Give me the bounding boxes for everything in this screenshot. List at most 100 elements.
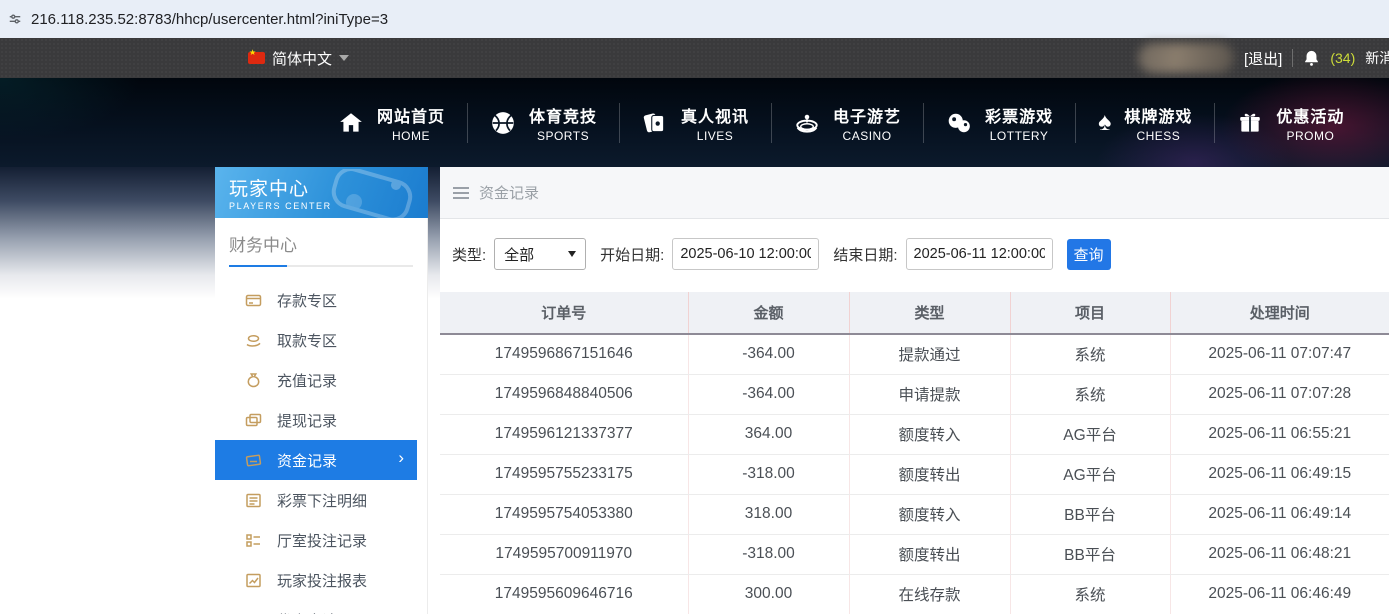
col-amount: 金额 <box>688 292 849 334</box>
table-row: 1749595700911970 -318.00 额度转出 BB平台 2025-… <box>440 534 1389 574</box>
start-date-input[interactable] <box>672 238 819 270</box>
nav-item-home[interactable]: 网站首页HOME <box>316 103 467 143</box>
lottery-balls-icon <box>946 110 972 136</box>
table-row: 1749595609646716 300.00 在线存款 系统 2025-06-… <box>440 574 1389 614</box>
sidebar: 财务中心 存款专区 取款专区 充值记录 提现记录 资金记录 <box>215 218 428 614</box>
browser-address-bar[interactable]: 216.118.235.52:8783/hhcp/usercenter.html… <box>0 0 1389 38</box>
cell-order-no: 1749595609646716 <box>440 574 688 614</box>
main-nav: 网站首页HOME 体育竞技SPORTS 真人视讯LIVES 电子游艺CASINO… <box>0 78 1389 167</box>
type-select[interactable]: 全部 <box>494 238 586 270</box>
sidebar-item-withdraw-zone[interactable]: 取款专区 <box>215 320 427 360</box>
basketball-icon <box>490 110 516 136</box>
col-order-no: 订单号 <box>440 292 688 334</box>
screen: 216.118.235.52:8783/hhcp/usercenter.html… <box>0 0 1389 614</box>
cell-order-no: 1749596867151646 <box>440 334 688 374</box>
cell-time: 2025-06-11 06:46:49 <box>1170 574 1389 614</box>
cell-time: 2025-06-11 07:07:47 <box>1170 334 1389 374</box>
nav-item-lives[interactable]: 真人视讯LIVES <box>620 103 771 143</box>
col-project: 项目 <box>1010 292 1170 334</box>
home-icon <box>338 110 364 136</box>
cell-time: 2025-06-11 06:49:15 <box>1170 454 1389 494</box>
deposit-card-icon <box>245 292 262 309</box>
document-list-icon <box>245 492 262 509</box>
cell-order-no: 1749595700911970 <box>440 534 688 574</box>
url-text[interactable]: 216.118.235.52:8783/hhcp/usercenter.html… <box>31 11 388 28</box>
cell-project: 系统 <box>1010 374 1170 414</box>
chevron-down-icon <box>339 55 349 61</box>
wallet-icon <box>245 412 262 429</box>
chart-report-icon <box>245 572 262 589</box>
col-type: 类型 <box>849 292 1010 334</box>
query-button[interactable]: 查询 <box>1067 239 1111 270</box>
nav-item-casino[interactable]: 电子游艺CASINO <box>772 103 923 143</box>
chevron-down-icon <box>568 251 576 257</box>
breadcrumb: 资金记录 <box>440 167 1389 219</box>
funds-icon <box>245 452 262 469</box>
cell-project: 系统 <box>1010 334 1170 374</box>
cell-time: 2025-06-11 07:07:28 <box>1170 374 1389 414</box>
table-row: 1749595755233175 -318.00 额度转出 AG平台 2025-… <box>440 454 1389 494</box>
sidebar-item-hall-bet-records[interactable]: 厅室投注记录 <box>215 520 427 560</box>
cell-type: 申请提款 <box>849 374 1010 414</box>
logout-link[interactable]: [退出] <box>1244 48 1282 69</box>
top-right-cluster: [退出] (34) 新消息 <box>1138 38 1389 78</box>
cell-type: 提款通过 <box>849 334 1010 374</box>
bell-icon[interactable] <box>1303 49 1320 67</box>
cell-project: BB平台 <box>1010 534 1170 574</box>
cell-amount: -364.00 <box>688 374 849 414</box>
language-selector[interactable]: 简体中文 <box>248 38 349 78</box>
sidebar-header: 玩家中心 PLAYERS CENTER <box>215 167 428 218</box>
sidebar-item-withdraw-records[interactable]: 提现记录 <box>215 400 427 440</box>
breadcrumb-label: 资金记录 <box>479 182 539 203</box>
sidebar-item-recharge-records[interactable]: 充值记录 <box>215 360 427 400</box>
cell-amount: 300.00 <box>688 574 849 614</box>
username-blurred <box>1138 43 1234 73</box>
cell-amount: -364.00 <box>688 334 849 374</box>
sidebar-section-title: 财务中心 <box>229 231 413 256</box>
cell-order-no: 1749596121337377 <box>440 414 688 454</box>
menu-icon <box>453 187 469 199</box>
table-row: 1749596848840506 -364.00 申请提款 系统 2025-06… <box>440 374 1389 414</box>
start-date-label: 开始日期: <box>600 244 664 265</box>
table-header-row: 订单号 金额 类型 项目 处理时间 <box>440 292 1389 334</box>
cell-amount: -318.00 <box>688 534 849 574</box>
table-row: 1749595754053380 318.00 额度转入 BB平台 2025-0… <box>440 494 1389 534</box>
new-message-link[interactable]: 新消息 <box>1365 48 1389 68</box>
sidebar-item-player-bet-report[interactable]: 玩家投注报表 <box>215 560 427 600</box>
cell-type: 额度转入 <box>849 414 1010 454</box>
cell-project: 系统 <box>1010 574 1170 614</box>
gift-icon <box>1237 110 1263 136</box>
filter-bar: 类型: 全部 开始日期: 结束日期: 查询 <box>452 237 1389 271</box>
cell-amount: -318.00 <box>688 454 849 494</box>
hand-money-icon <box>245 332 262 349</box>
sidebar-item-lottery-bet-details[interactable]: 彩票下注明细 <box>215 480 427 520</box>
nav-item-lottery[interactable]: 彩票游戏LOTTERY <box>924 103 1075 143</box>
cell-time: 2025-06-11 06:49:14 <box>1170 494 1389 534</box>
section-underline <box>229 265 413 267</box>
cell-amount: 318.00 <box>688 494 849 534</box>
site-settings-icon[interactable] <box>8 12 22 26</box>
cell-time: 2025-06-11 06:55:21 <box>1170 414 1389 454</box>
end-date-input[interactable] <box>906 238 1053 270</box>
cell-project: AG平台 <box>1010 454 1170 494</box>
money-bag-icon <box>245 372 262 389</box>
nav-item-promo[interactable]: 优惠活动PROMO <box>1215 103 1366 143</box>
type-label: 类型: <box>452 244 486 265</box>
sidebar-item-deposit-zone[interactable]: 存款专区 <box>215 280 427 320</box>
nav-item-chess[interactable]: ♠ 棋牌游戏CHESS <box>1076 103 1214 143</box>
nav-item-sports[interactable]: 体育竞技SPORTS <box>468 103 619 143</box>
cell-order-no: 1749595754053380 <box>440 494 688 534</box>
checklist-icon <box>245 532 262 549</box>
cell-type: 额度转出 <box>849 454 1010 494</box>
cell-time: 2025-06-11 06:48:21 <box>1170 534 1389 574</box>
cards-icon <box>642 110 668 136</box>
sidebar-item-funds-records[interactable]: 资金记录 <box>215 440 417 480</box>
sidebar-item-promo-apply[interactable]: 优惠申请 <box>215 600 427 614</box>
table-row: 1749596121337377 364.00 额度转入 AG平台 2025-0… <box>440 414 1389 454</box>
cell-order-no: 1749595755233175 <box>440 454 688 494</box>
divider <box>1292 49 1293 67</box>
col-time: 处理时间 <box>1170 292 1389 334</box>
cell-type: 在线存款 <box>849 574 1010 614</box>
language-label: 简体中文 <box>272 48 332 69</box>
cell-type: 额度转出 <box>849 534 1010 574</box>
